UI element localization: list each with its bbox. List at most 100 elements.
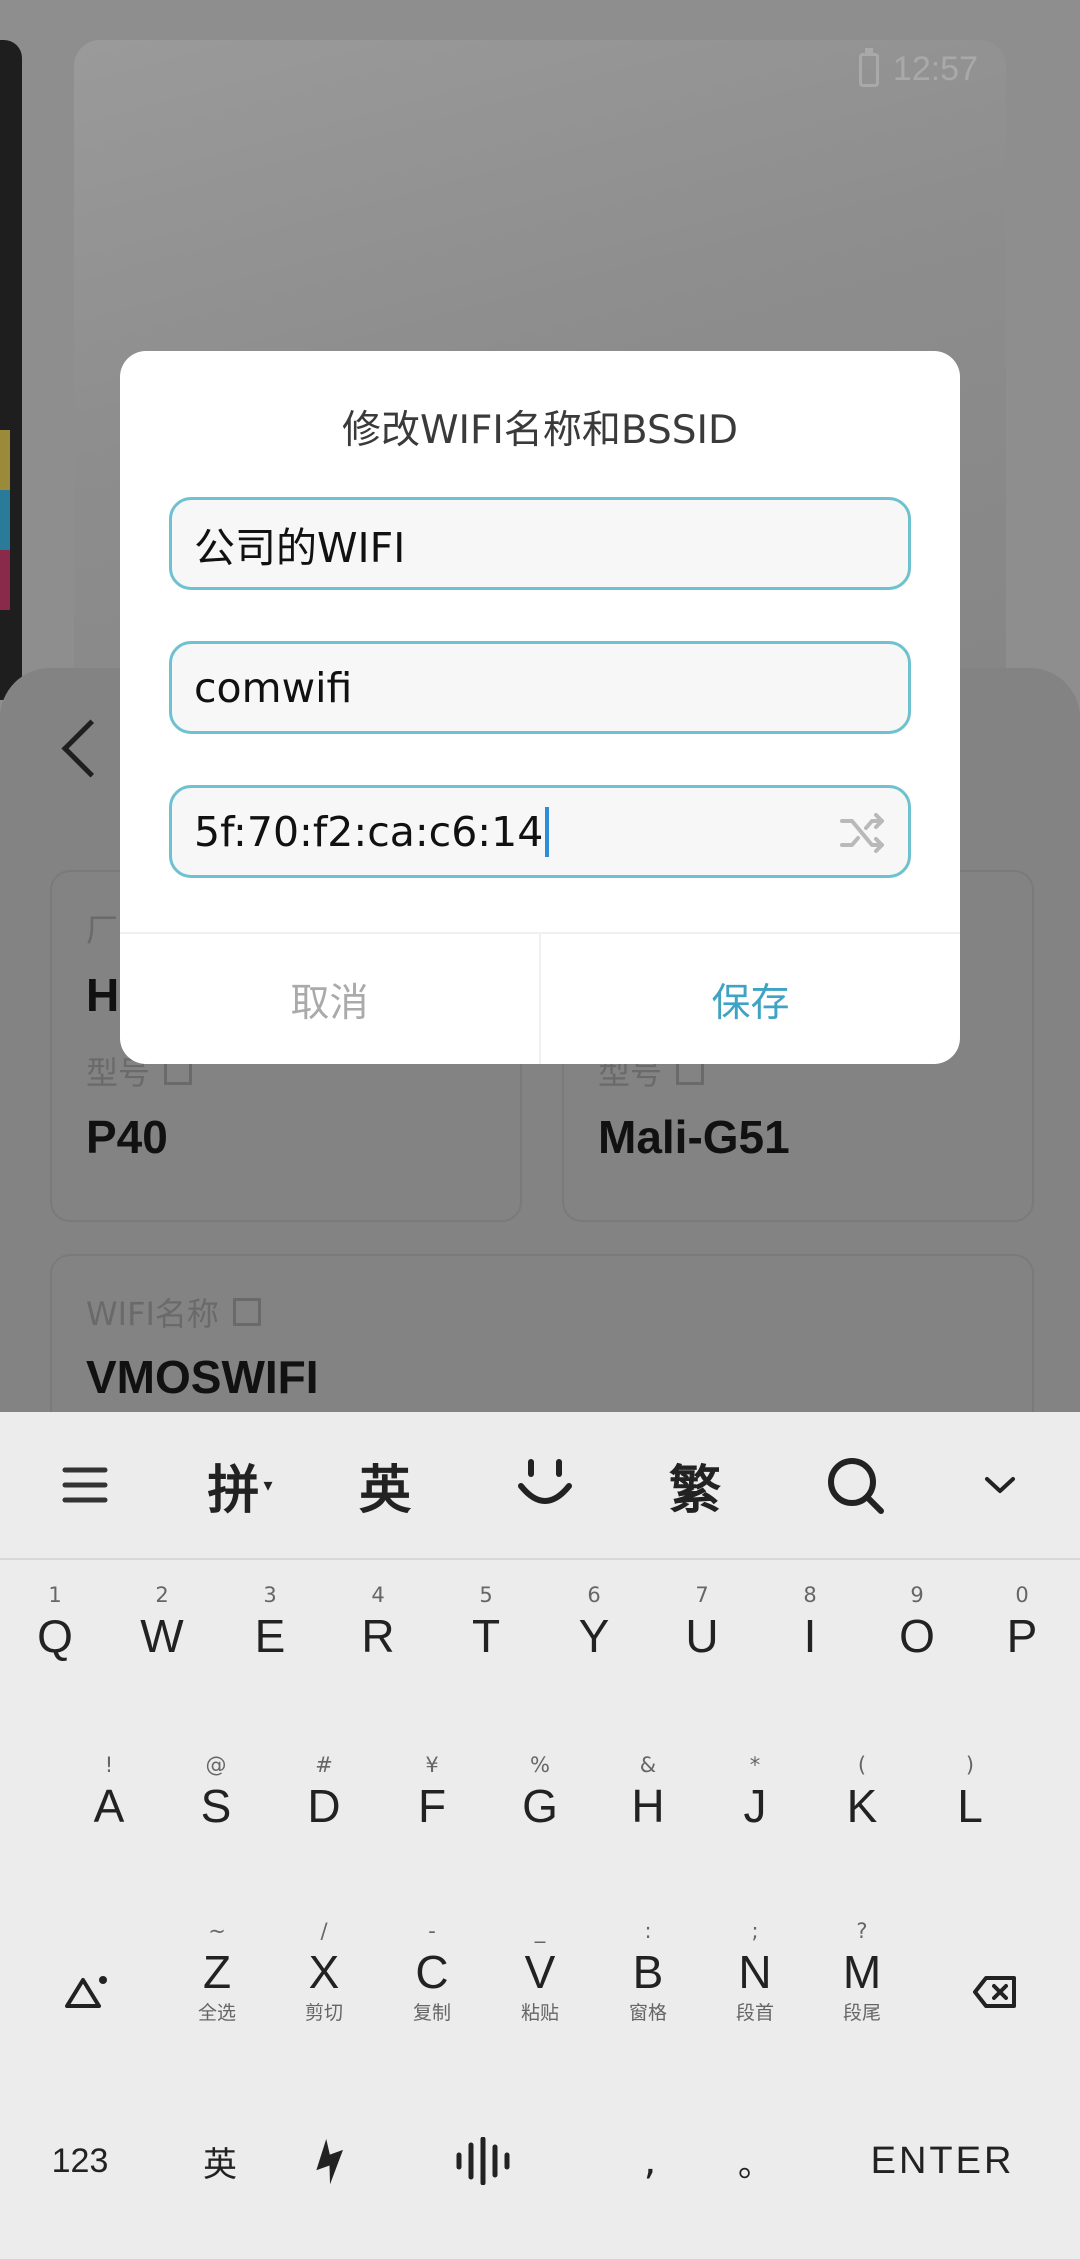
key-hint: _ [534, 1919, 546, 1943]
shuffle-icon[interactable] [838, 808, 888, 858]
key-h[interactable]: & H [594, 1752, 702, 1834]
traditional-mode-button[interactable]: 繁 [645, 1412, 745, 1558]
key-b[interactable]: : B 窗格 [594, 1918, 702, 2026]
wifi-name-value: VMOSWIFI [86, 1351, 319, 1403]
key-subtitle: 复制 [412, 2002, 451, 2024]
key-hint: 4 [371, 1583, 385, 1607]
comma-key[interactable]: , [610, 2131, 690, 2191]
key-m[interactable]: ? M 段尾 [808, 1918, 916, 2026]
ssid-input[interactable]: comwifi [169, 641, 911, 734]
key-g[interactable]: % G [486, 1752, 594, 1834]
battery-icon [858, 47, 879, 87]
numeric-key[interactable]: 123 [30, 2131, 130, 2191]
key-x[interactable]: / X 剪切 [270, 1918, 378, 2026]
key-n[interactable]: ; N 段首 [701, 1918, 809, 2026]
key-subtitle: 剪切 [304, 2002, 343, 2024]
key-t[interactable]: 5T [432, 1582, 540, 1664]
key-z[interactable]: ~ Z 全选 [163, 1918, 271, 2026]
emoji-icon[interactable] [495, 1412, 595, 1558]
key-hint: @ [205, 1753, 227, 1777]
status-bar: 12:57 [858, 47, 978, 89]
english-mode-button[interactable]: 英 [335, 1412, 435, 1558]
key-letter: C [415, 1946, 449, 1998]
shift-icon[interactable] [40, 1962, 130, 2022]
key-f[interactable]: ¥ F [378, 1752, 486, 1834]
key-hint: ~ [208, 1919, 226, 1943]
menu-icon[interactable] [40, 1412, 130, 1558]
key-hint: # [315, 1753, 333, 1777]
key-letter: H [631, 1780, 665, 1832]
key-letter: M [842, 1946, 882, 1998]
key-hint: 1 [48, 1583, 62, 1607]
dialog-actions: 取消 保存 [120, 932, 960, 1064]
wifi-name-label: WIFI名称 [86, 1289, 261, 1335]
manufacturer-label: 厂 [86, 911, 119, 949]
key-r[interactable]: 4R [324, 1582, 432, 1664]
key-letter: N [738, 1946, 772, 1998]
key-hint: 9 [910, 1583, 924, 1607]
key-y[interactable]: 6Y [540, 1582, 648, 1664]
key-s[interactable]: @ S [162, 1752, 270, 1834]
key-letter: B [632, 1946, 664, 1998]
key-j[interactable]: * J [701, 1752, 809, 1834]
key-hint: ¥ [425, 1753, 439, 1777]
key-u[interactable]: 7U [648, 1582, 756, 1664]
key-subtitle: 全选 [197, 2002, 236, 2024]
key-letter: A [93, 1780, 125, 1832]
voice-input-icon[interactable] [430, 2131, 540, 2191]
save-button[interactable]: 保存 [541, 934, 960, 1064]
keyboard-toolbar: 拼 ▾ 英 繁 [0, 1412, 1080, 1560]
key-letter: T [471, 1610, 501, 1662]
key-c[interactable]: - C 复制 [378, 1918, 486, 2026]
key-letter: O [899, 1610, 935, 1662]
key-a[interactable]: ! A [55, 1752, 163, 1834]
key-subtitle: 段首 [735, 2002, 774, 2024]
key-l[interactable]: ) L [916, 1752, 1024, 1834]
key-d[interactable]: # D [270, 1752, 378, 1834]
wifi-name-input-value: 公司的WIFI [194, 523, 406, 572]
edit-wifi-dialog: 修改WIFI名称和BSSID 公司的WIFI comwifi 5f:70:f2:… [120, 351, 960, 1064]
key-o[interactable]: 9O [863, 1582, 971, 1664]
key-subtitle: 窗格 [628, 2002, 667, 2024]
period-key[interactable]: 。 [715, 2131, 795, 2191]
search-icon[interactable] [805, 1412, 905, 1558]
key-k[interactable]: (K [808, 1752, 916, 1834]
dialog-title: 修改WIFI名称和BSSID [341, 408, 739, 453]
cancel-button[interactable]: 取消 [120, 934, 541, 1064]
lightning-icon[interactable] [290, 2131, 370, 2191]
key-letter: F [417, 1780, 447, 1832]
key-letter: L [957, 1780, 983, 1832]
key-letter: Y [578, 1610, 610, 1662]
key-letter: W [140, 1610, 184, 1662]
collapse-keyboard-icon[interactable] [955, 1412, 1045, 1558]
key-letter: R [361, 1610, 395, 1662]
key-letter: K [846, 1780, 878, 1832]
key-v[interactable]: _ V 粘贴 [486, 1918, 594, 2026]
key-p[interactable]: 0P [968, 1582, 1076, 1664]
key-letter: X [308, 1946, 340, 1998]
ssid-input-value: comwifi [194, 663, 353, 712]
backspace-icon[interactable] [950, 1962, 1040, 2022]
edit-icon[interactable] [232, 1298, 261, 1326]
language-switch-key[interactable]: 英 [170, 2131, 270, 2191]
key-hint: ; [751, 1919, 759, 1943]
key-subtitle: 段尾 [842, 2002, 881, 2024]
bssid-input[interactable]: 5f:70:f2:ca:c6:14 [169, 785, 911, 878]
key-e[interactable]: 3E [216, 1582, 324, 1664]
key-q[interactable]: 1Q [1, 1582, 109, 1664]
key-letter: S [200, 1780, 232, 1832]
key-subtitle: 粘贴 [520, 2002, 559, 2024]
wifi-name-input[interactable]: 公司的WIFI [169, 497, 911, 590]
pinyin-mode-button[interactable]: 拼 ▾ [190, 1412, 290, 1558]
enter-key[interactable]: ENTER [850, 2131, 1035, 2191]
key-hint: ) [965, 1753, 975, 1777]
key-hint: - [428, 1919, 436, 1943]
key-w[interactable]: 2W [108, 1582, 216, 1664]
key-letter: G [522, 1780, 558, 1832]
key-hint: ? [856, 1919, 868, 1943]
strip-color-yellow [0, 430, 10, 490]
key-i[interactable]: 8I [756, 1582, 864, 1664]
key-hint: : [644, 1919, 652, 1943]
gpu-model-value: Mali-G51 [598, 1111, 790, 1163]
key-hint: 6 [587, 1583, 601, 1607]
